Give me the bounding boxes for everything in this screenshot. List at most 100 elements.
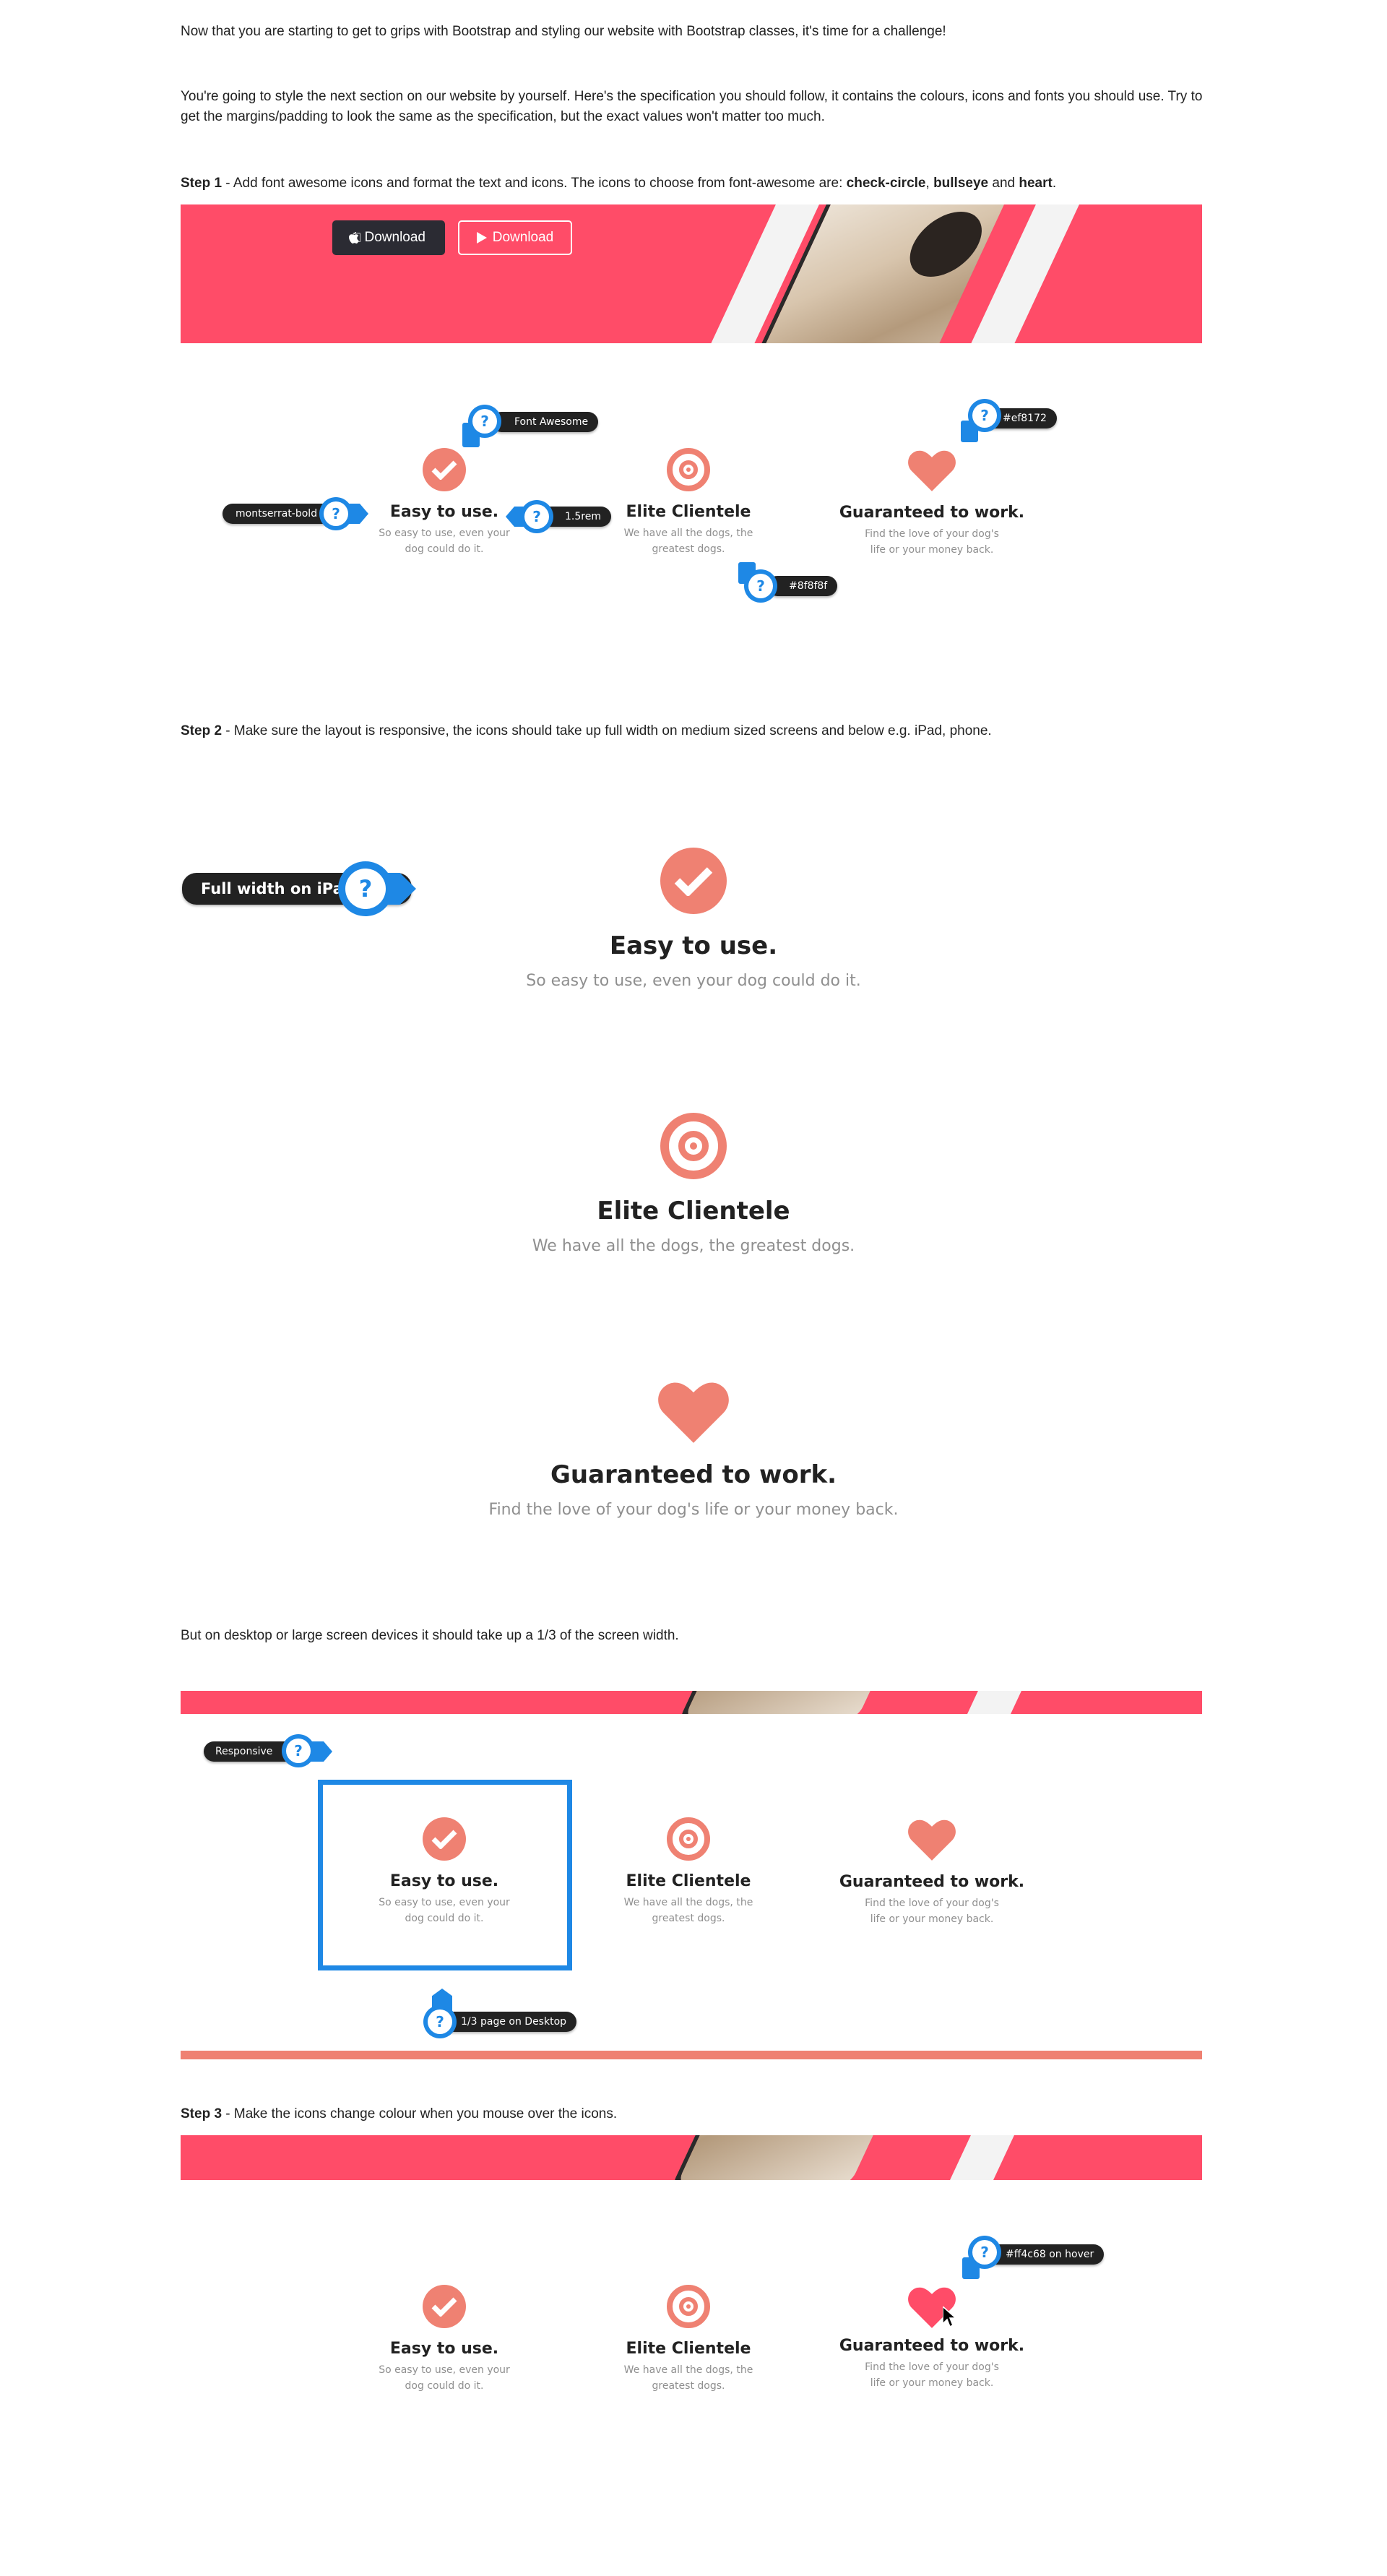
mouse-cursor-icon: [943, 2306, 958, 2328]
play-store-icon: [476, 232, 487, 244]
step1-icon3: heart: [1019, 176, 1053, 191]
feature-title: Guaranteed to work.: [839, 504, 1025, 522]
feature-elite: Elite Clientele We have all the dogs, th…: [605, 448, 772, 557]
feature-easy-hover: Easy to use. So easy to use, even your d…: [361, 2285, 527, 2394]
banner-stripe-right: [850, 1691, 1029, 1714]
bullseye-icon[interactable]: [667, 2285, 710, 2328]
help-icon-glyph: ?: [748, 574, 773, 598]
spec-text: You're going to style the next section o…: [181, 89, 1203, 124]
feature-text: So easy to use, even your dog could do i…: [379, 2364, 510, 2392]
feature-text: Find the love of your dog's life or your…: [865, 1897, 999, 1925]
feature-title: Easy to use.: [609, 931, 778, 960]
annotation-label: 1/3 page on Desktop: [461, 2016, 567, 2028]
help-icon[interactable]: ?: [968, 2236, 1001, 2269]
check-circle-icon[interactable]: [423, 2285, 466, 2328]
feature-easy: Easy to use. So easy to use, even your d…: [361, 448, 527, 557]
help-icon-glyph: ?: [524, 504, 549, 529]
help-icon[interactable]: ?: [744, 569, 777, 603]
feature-text: So easy to use, even your dog could do i…: [526, 972, 861, 990]
help-icon[interactable]: ?: [968, 399, 1001, 432]
annotation-label: #8f8f8f: [789, 580, 828, 592]
step1-label: Step 1: [181, 176, 222, 191]
feature-text: We have all the dogs, the greatest dogs.: [623, 527, 753, 555]
feature-text: We have all the dogs, the greatest dogs.: [623, 1897, 753, 1924]
phone-image: [676, 2135, 971, 2180]
feature-title: Elite Clientele: [626, 2340, 751, 2358]
feature-title: Guaranteed to work.: [550, 1460, 837, 1489]
help-icon[interactable]: ?: [423, 2005, 457, 2038]
help-icon[interactable]: ?: [282, 1734, 315, 1767]
intro-text: Now that you are starting to get to grip…: [181, 24, 946, 39]
help-icon-glyph: ?: [345, 869, 386, 909]
help-icon-glyph: ?: [286, 1739, 311, 1763]
feature-text: We have all the dogs, the greatest dogs.: [532, 1237, 855, 1255]
step1-icon2: bullseye: [933, 176, 989, 191]
phone-image: [683, 1691, 978, 1714]
step1-sep1: ,: [925, 176, 934, 191]
help-icon[interactable]: ?: [319, 497, 353, 530]
step3-text: Step 3 - Make the icons change colour wh…: [181, 2104, 1206, 2124]
step1-desc: - Add font awesome icons and format the …: [222, 176, 847, 191]
download-label-outline: Download: [492, 230, 554, 245]
annotation-font-awesome: Font Awesome: [491, 412, 599, 432]
bullseye-icon: [667, 448, 710, 491]
dog-nose: [898, 212, 994, 277]
annotation-label: Responsive: [215, 1746, 273, 1757]
annotation-label: Full width on iPad: [201, 880, 354, 897]
help-icon[interactable]: ?: [468, 405, 501, 438]
bullseye-icon: [660, 1113, 727, 1179]
download-button-dark[interactable]:  Download: [332, 220, 445, 255]
check-circle-icon: [423, 448, 466, 491]
feature-easy-desktop: Easy to use. So easy to use, even your d…: [361, 1817, 527, 1926]
feature-title: Easy to use.: [389, 503, 499, 521]
feature-title: Elite Clientele: [626, 1872, 751, 1890]
annotation-label: Font Awesome: [514, 416, 589, 428]
step2-desc: - Make sure the layout is responsive, th…: [222, 723, 992, 738]
feature-title: Easy to use.: [389, 2340, 499, 2358]
step1-end: .: [1052, 176, 1057, 191]
feature-text: Find the love of your dog's life or your…: [865, 528, 999, 556]
heart-icon: [658, 1382, 729, 1443]
heart-icon: [908, 1819, 956, 1861]
help-icon[interactable]: ?: [520, 500, 553, 533]
step2-text: Step 2 - Make sure the layout is respons…: [181, 721, 1206, 741]
help-icon-glyph: ?: [324, 501, 348, 526]
divider-bar: [181, 2051, 1202, 2059]
download-button-outline[interactable]: Download: [458, 220, 572, 255]
feature-elite-desktop: Elite Clientele We have all the dogs, th…: [605, 1817, 772, 1926]
annotation-label: 1.5rem: [565, 511, 601, 522]
bullseye-icon: [667, 1817, 710, 1861]
feature-text: So easy to use, even your dog could do i…: [379, 527, 510, 555]
check-circle-icon: [660, 848, 727, 914]
help-icon[interactable]: ?: [338, 861, 393, 916]
help-icon-glyph: ?: [472, 409, 497, 434]
heart-hover-wrapper: [907, 2285, 958, 2330]
step1-text: Step 1 - Add font awesome icons and form…: [181, 173, 1206, 194]
annotation-hover: #ff4c68 on hover: [984, 2244, 1105, 2265]
feature-guaranteed: Guaranteed to work. Find the love of you…: [838, 448, 1026, 558]
feature-text: So easy to use, even your dog could do i…: [379, 1897, 510, 1924]
step2-label: Step 2: [181, 723, 222, 738]
feature-guaranteed-large: Guaranteed to work. Find the love of you…: [405, 1379, 982, 1519]
feature-text: Find the love of your dog's life or your…: [865, 2361, 999, 2389]
annotation-label: #ef8172: [1003, 413, 1047, 424]
step1-icon1: check-circle: [846, 176, 926, 191]
step3-desc: - Make the icons change colour when you …: [222, 2106, 618, 2121]
annotation-color2: #8f8f8f: [767, 576, 838, 596]
annotation-label: montserrat-bold: [236, 508, 318, 520]
feature-elite-hover: Elite Clientele We have all the dogs, th…: [605, 2285, 772, 2394]
feature-text: Find the love of your dog's life or your…: [488, 1501, 899, 1519]
feature-elite-large: Elite Clientele We have all the dogs, th…: [405, 1113, 982, 1255]
feature-guaranteed-desktop: Guaranteed to work. Find the love of you…: [838, 1817, 1026, 1927]
feature-title: Guaranteed to work.: [839, 1873, 1025, 1891]
step3-label: Step 3: [181, 2106, 222, 2121]
desktop-banner: [181, 1691, 1202, 1714]
check-circle-icon: [423, 1817, 466, 1861]
feature-guaranteed-hover: Guaranteed to work. Find the love of you…: [838, 2285, 1026, 2391]
step3-banner: [181, 2135, 1202, 2180]
help-icon-glyph: ?: [972, 2240, 997, 2265]
feature-title: Guaranteed to work.: [839, 2337, 1025, 2355]
annotation-label: #ff4c68 on hover: [1006, 2249, 1094, 2260]
heart-icon: [908, 450, 956, 491]
help-icon-glyph: ?: [972, 403, 997, 428]
